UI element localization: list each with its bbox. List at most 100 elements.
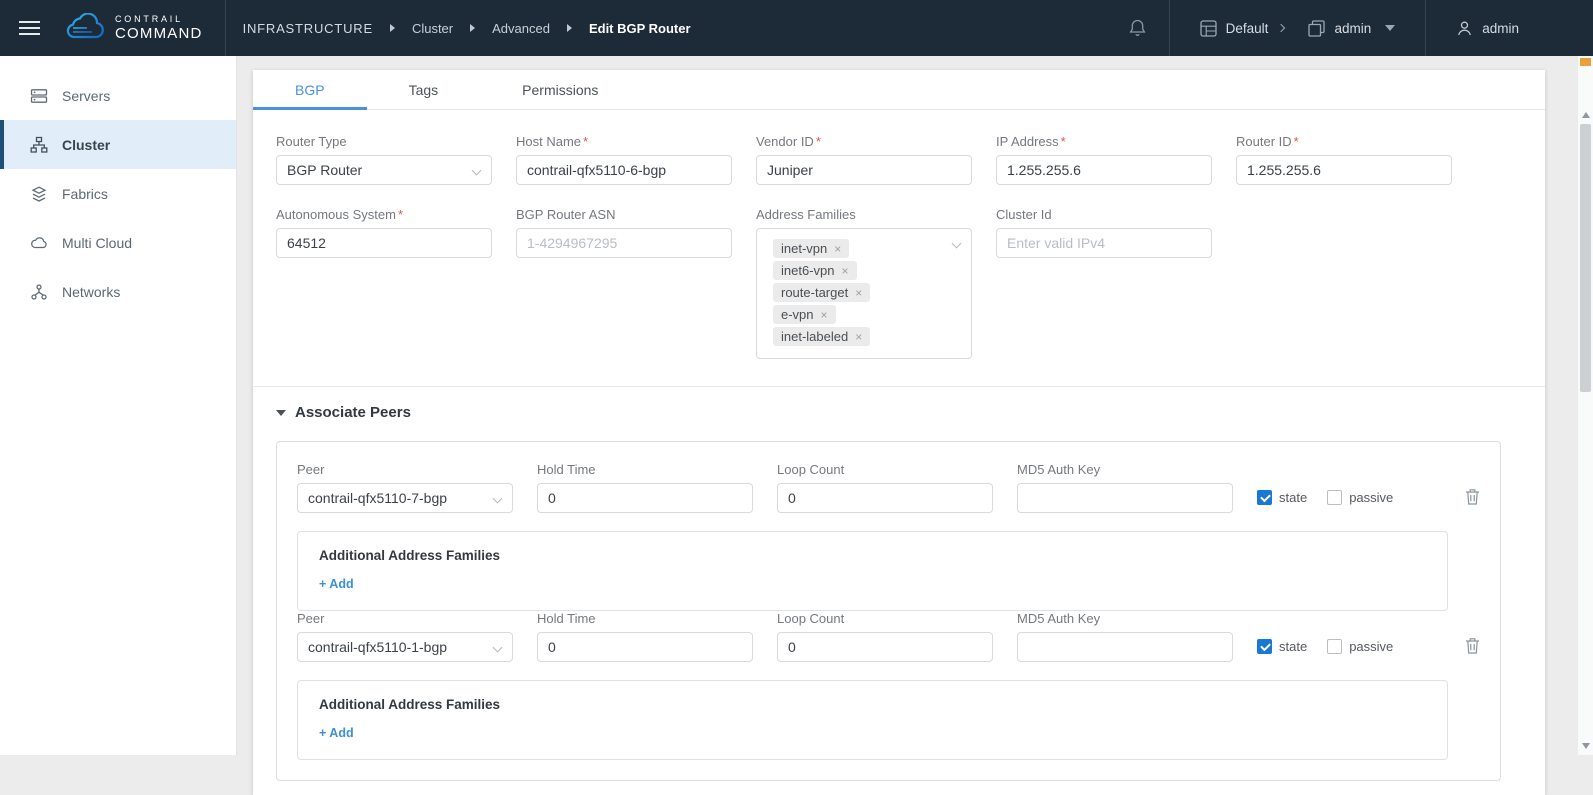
hold-time-input[interactable] <box>537 483 753 513</box>
ip-address-input[interactable] <box>996 155 1212 185</box>
router-type-label: Router Type <box>276 134 492 149</box>
hold-time-field: Hold Time <box>537 462 753 513</box>
sidebar: Servers Cluster Fabrics Multi Cl <box>0 56 237 755</box>
remove-tag-icon[interactable]: × <box>821 308 828 322</box>
scrollbar-thumb[interactable] <box>1580 124 1591 392</box>
cluster-id-field: Cluster Id <box>996 207 1212 258</box>
router-id-input[interactable] <box>1236 155 1452 185</box>
peer-select[interactable]: contrail-qfx5110-7-bgp <box>297 483 513 513</box>
collapse-caret-icon[interactable] <box>276 410 286 416</box>
remove-tag-icon[interactable]: × <box>855 286 862 300</box>
navbar-divider <box>1425 0 1426 56</box>
add-address-family-link[interactable]: + Add <box>319 577 354 591</box>
cluster-id-label: Cluster Id <box>996 207 1212 222</box>
domain-grid-icon <box>1200 20 1218 37</box>
sidebar-item-label: Fabrics <box>62 186 108 202</box>
remove-tag-icon[interactable]: × <box>841 264 848 278</box>
peer-select[interactable]: contrail-qfx5110-1-bgp <box>297 632 513 662</box>
passive-checkbox[interactable] <box>1327 490 1342 505</box>
vendor-id-input[interactable] <box>756 155 972 185</box>
breadcrumb-infrastructure[interactable]: INFRASTRUCTURE <box>243 21 373 36</box>
sidebar-item-label: Networks <box>62 284 120 300</box>
contrail-command-logo[interactable]: CONTRAIL COMMAND <box>64 13 203 43</box>
loop-count-field: Loop Count <box>777 462 993 513</box>
sidebar-item-cluster[interactable]: Cluster <box>0 120 236 169</box>
peer-field: Peer contrail-qfx5110-7-bgp <box>297 462 513 513</box>
router-id-field: Router ID* <box>1236 134 1452 185</box>
chevron-right-icon <box>1277 24 1285 32</box>
remove-tag-icon[interactable]: × <box>834 242 841 256</box>
loop-count-input[interactable] <box>777 483 993 513</box>
peer-row: Peer contrail-qfx5110-1-bgp Hold Time Lo… <box>297 611 1480 662</box>
address-family-tag: inet6-vpn× <box>773 261 857 280</box>
passive-checkbox-label: passive <box>1349 639 1393 654</box>
passive-checkbox[interactable] <box>1327 639 1342 654</box>
required-asterisk: * <box>398 207 403 222</box>
bgp-form: Router Type BGP Router Host Name * Vendor… <box>253 110 1545 359</box>
chevron-down-icon <box>952 239 962 249</box>
router-type-select[interactable]: BGP Router <box>276 155 492 185</box>
loop-count-input[interactable] <box>777 632 993 662</box>
cluster-id-input[interactable] <box>996 228 1212 258</box>
servers-icon <box>30 87 48 105</box>
vendor-id-field: Vendor ID* <box>756 134 972 185</box>
project-layers-icon <box>1308 20 1326 37</box>
peers-container: Peer contrail-qfx5110-7-bgp Hold Time Lo… <box>276 441 1501 781</box>
bgp-router-asn-label: BGP Router ASN <box>516 207 732 222</box>
router-id-label: Router ID <box>1236 134 1292 149</box>
sidebar-item-label: Multi Cloud <box>62 235 132 251</box>
hold-time-input[interactable] <box>537 632 753 662</box>
state-checkbox[interactable] <box>1257 490 1272 505</box>
md5-auth-key-label: MD5 Auth Key <box>1017 611 1233 626</box>
breadcrumb-arrow-icon <box>470 24 475 32</box>
fabrics-icon <box>30 185 48 203</box>
user-menu[interactable]: admin <box>1456 20 1519 37</box>
associate-peers-title: Associate Peers <box>295 404 411 421</box>
peer-value: contrail-qfx5110-7-bgp <box>308 490 447 506</box>
project-selector[interactable]: admin <box>1308 20 1395 37</box>
sidebar-item-networks[interactable]: Networks <box>0 267 236 316</box>
sidebar-item-servers[interactable]: Servers <box>0 71 236 120</box>
md5-auth-key-field: MD5 Auth Key <box>1017 462 1233 513</box>
associate-peers-header[interactable]: Associate Peers <box>253 387 1545 435</box>
hamburger-menu-icon[interactable] <box>19 17 40 39</box>
bgp-router-asn-field: BGP Router ASN <box>516 207 732 258</box>
vertical-scrollbar[interactable] <box>1577 56 1593 755</box>
user-label: admin <box>1482 21 1519 36</box>
peer-value: contrail-qfx5110-1-bgp <box>308 639 447 655</box>
state-checkbox[interactable] <box>1257 639 1272 654</box>
breadcrumb-cluster[interactable]: Cluster <box>412 21 453 36</box>
domain-selector[interactable]: Default <box>1200 20 1285 37</box>
breadcrumb-advanced[interactable]: Advanced <box>492 21 550 36</box>
delete-peer-icon[interactable] <box>1465 488 1480 506</box>
remove-tag-icon[interactable]: × <box>855 330 862 344</box>
md5-auth-key-label: MD5 Auth Key <box>1017 462 1233 477</box>
md5-auth-key-input[interactable] <box>1017 483 1233 513</box>
host-name-label: Host Name <box>516 134 581 149</box>
logo-text-contrail: CONTRAIL <box>115 14 203 24</box>
peer-label: Peer <box>297 462 513 477</box>
add-address-family-link[interactable]: + Add <box>319 726 354 740</box>
tab-permissions[interactable]: Permissions <box>480 70 640 109</box>
chevron-down-icon <box>1385 25 1395 31</box>
scroll-down-arrow-icon[interactable] <box>1582 743 1590 749</box>
delete-peer-icon[interactable] <box>1465 637 1480 655</box>
host-name-input[interactable] <box>516 155 732 185</box>
peer-field: Peer contrail-qfx5110-1-bgp <box>297 611 513 662</box>
scroll-up-arrow-icon[interactable] <box>1582 112 1590 118</box>
md5-auth-key-input[interactable] <box>1017 632 1233 662</box>
address-families-multiselect[interactable]: inet-vpn× inet6-vpn× route-target× e-vpn… <box>756 228 972 359</box>
autonomous-system-input[interactable] <box>276 228 492 258</box>
chevron-down-icon <box>493 494 503 504</box>
tab-bgp[interactable]: BGP <box>253 70 367 109</box>
sidebar-item-fabrics[interactable]: Fabrics <box>0 169 236 218</box>
cluster-icon <box>30 136 48 154</box>
notifications-bell-icon[interactable] <box>1128 18 1147 38</box>
additional-address-families-panel: Additional Address Families + Add <box>297 680 1448 760</box>
navbar-divider <box>1169 0 1170 56</box>
breadcrumb-current-page: Edit BGP Router <box>589 21 691 36</box>
hold-time-label: Hold Time <box>537 611 753 626</box>
bgp-router-asn-input[interactable] <box>516 228 732 258</box>
sidebar-item-multi-cloud[interactable]: Multi Cloud <box>0 218 236 267</box>
tab-tags[interactable]: Tags <box>367 70 481 109</box>
